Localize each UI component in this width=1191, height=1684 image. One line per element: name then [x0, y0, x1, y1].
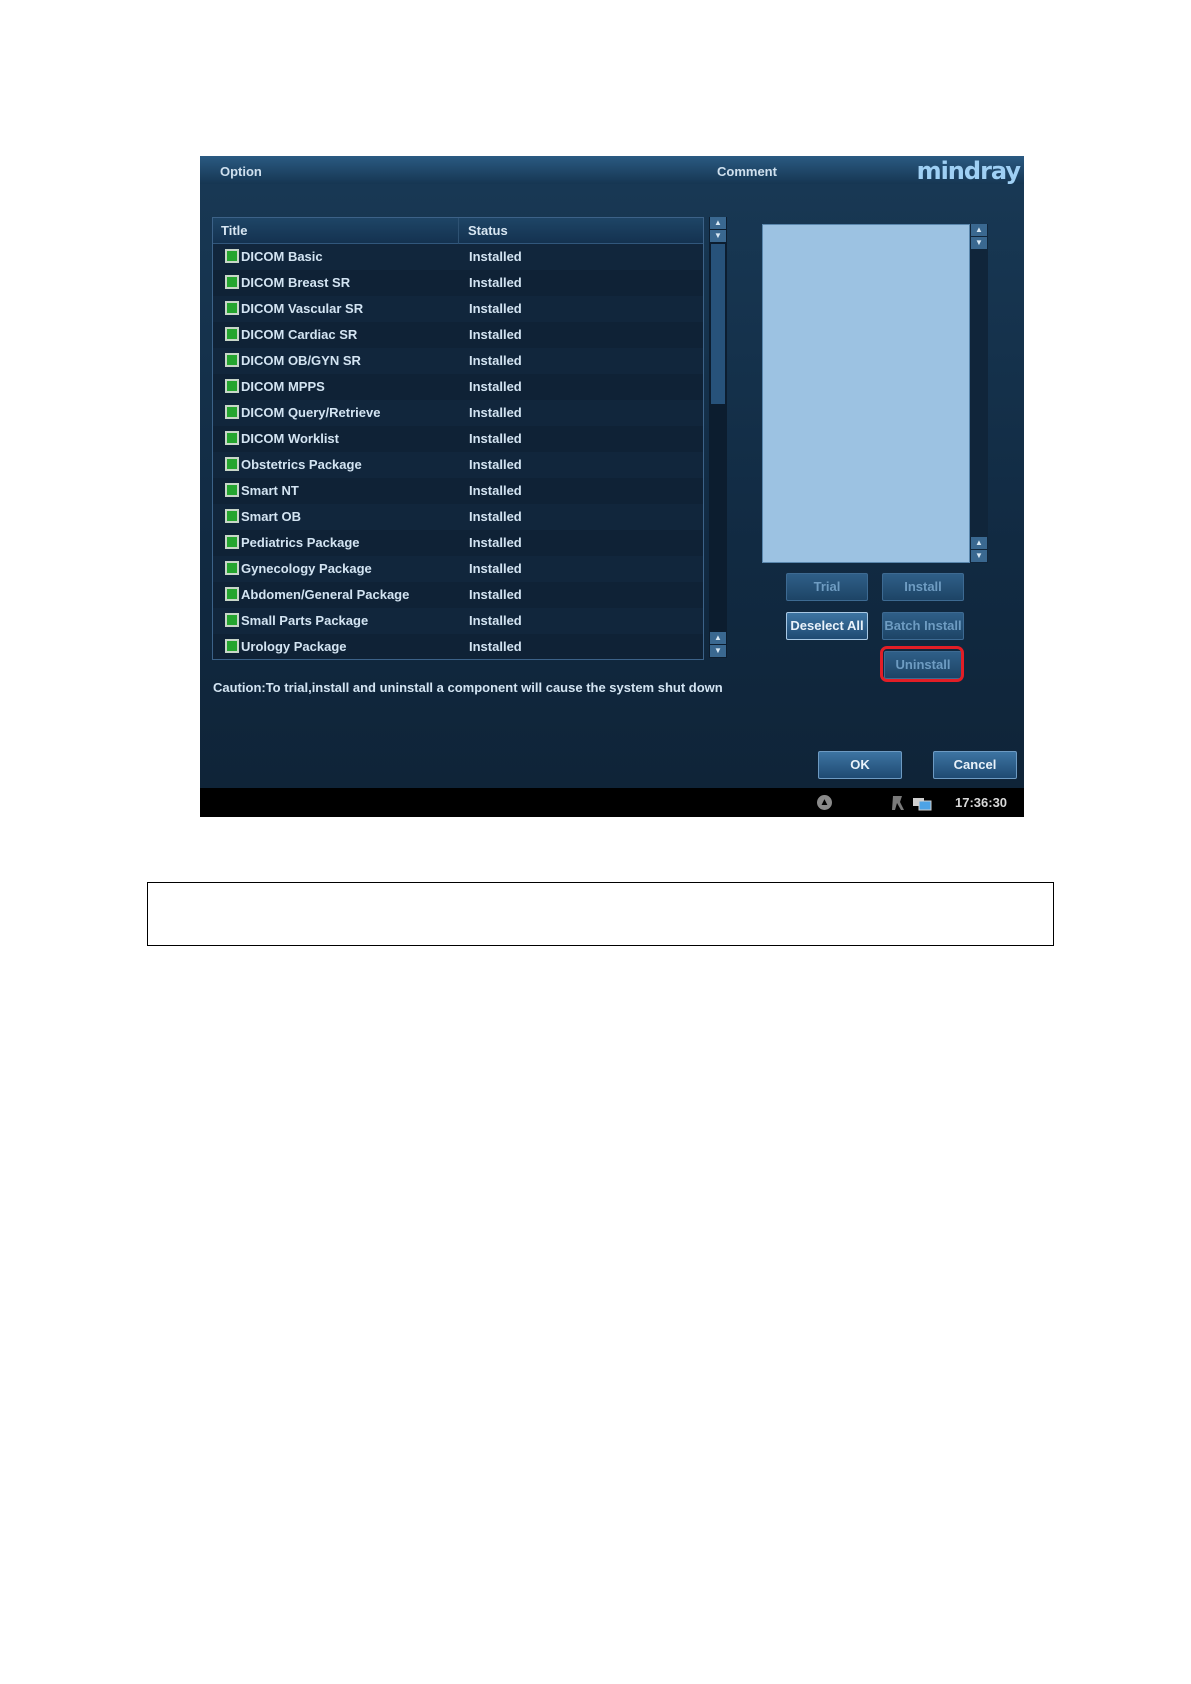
- checkbox[interactable]: [225, 457, 239, 471]
- option-status-cell: Installed: [469, 301, 522, 316]
- table-scrollbar[interactable]: ▲ ▼ ▲ ▼: [709, 217, 727, 658]
- option-status-cell: Installed: [469, 275, 522, 290]
- caption-box: [147, 882, 1054, 946]
- option-title-cell: DICOM Vascular SR: [241, 301, 364, 316]
- table-row[interactable]: Smart NT Installed: [213, 478, 703, 505]
- checkbox[interactable]: [225, 561, 239, 575]
- option-table: Title Status DICOM Basic Installed DICOM B…: [212, 217, 704, 660]
- option-title-cell: DICOM Basic: [241, 249, 323, 264]
- scroll-down-icon[interactable]: ▼: [710, 645, 726, 657]
- checkbox[interactable]: [225, 639, 239, 653]
- column-header-title[interactable]: Title: [221, 223, 248, 238]
- option-status-cell: Installed: [469, 431, 522, 446]
- eject-icon[interactable]: ▲: [817, 795, 832, 810]
- cancel-button[interactable]: Cancel: [933, 751, 1017, 779]
- option-dialog-screen: Option Comment mindray Title Status DICO…: [200, 156, 1024, 817]
- option-title-cell: Smart OB: [241, 509, 301, 524]
- scroll-down-icon[interactable]: ▼: [710, 230, 726, 242]
- option-status-cell: Installed: [469, 561, 522, 576]
- option-status-cell: Installed: [469, 327, 522, 342]
- scrollbar-thumb[interactable]: [711, 244, 725, 404]
- option-title-cell: DICOM Cardiac SR: [241, 327, 358, 342]
- table-row[interactable]: Abdomen/General Package Installed: [213, 582, 703, 609]
- comment-title: Comment: [717, 164, 777, 179]
- network-icon: [913, 798, 932, 811]
- checkbox[interactable]: [225, 483, 239, 497]
- table-row[interactable]: DICOM MPPS Installed: [213, 374, 703, 401]
- option-status-cell: Installed: [469, 353, 522, 368]
- option-status-cell: Installed: [469, 379, 522, 394]
- option-title-cell: DICOM MPPS: [241, 379, 325, 394]
- option-title-cell: Pediatrics Package: [241, 535, 360, 550]
- uninstall-highlight-box: [880, 646, 964, 682]
- table-row[interactable]: DICOM Worklist Installed: [213, 426, 703, 453]
- table-row[interactable]: Smart OB Installed: [213, 504, 703, 531]
- table-row[interactable]: DICOM Breast SR Installed: [213, 270, 703, 297]
- scroll-up-icon[interactable]: ▲: [971, 224, 987, 236]
- scroll-up-icon[interactable]: ▲: [710, 632, 726, 644]
- table-row[interactable]: DICOM Query/Retrieve Installed: [213, 400, 703, 427]
- option-title-cell: DICOM Query/Retrieve: [241, 405, 381, 420]
- option-status-cell: Installed: [469, 249, 522, 264]
- option-title-cell: Small Parts Package: [241, 613, 369, 628]
- option-status-cell: Installed: [469, 405, 522, 420]
- option-status-cell: Installed: [469, 639, 522, 654]
- checkbox[interactable]: [225, 353, 239, 367]
- comment-scrollbar[interactable]: ▲ ▼ ▲ ▼: [970, 224, 988, 563]
- dialog-title-bar: Option Comment mindray: [200, 156, 1024, 185]
- option-title-cell: DICOM OB/GYN SR: [241, 353, 361, 368]
- table-row[interactable]: Pediatrics Package Installed: [213, 530, 703, 557]
- option-title-cell: Urology Package: [241, 639, 347, 654]
- table-row[interactable]: Obstetrics Package Installed: [213, 452, 703, 479]
- scroll-down-icon[interactable]: ▼: [971, 550, 987, 562]
- checkbox[interactable]: [225, 301, 239, 315]
- checkbox[interactable]: [225, 613, 239, 627]
- comment-textbox[interactable]: [762, 224, 970, 563]
- scroll-down-icon[interactable]: ▼: [971, 237, 987, 249]
- scroll-up-icon[interactable]: ▲: [710, 217, 726, 229]
- table-row[interactable]: Urology Package Installed: [213, 634, 703, 659]
- status-bar: ▲ 17:36:30: [200, 788, 1024, 817]
- option-title-cell: DICOM Worklist: [241, 431, 339, 446]
- table-row[interactable]: DICOM Cardiac SR Installed: [213, 322, 703, 349]
- checkbox[interactable]: [225, 587, 239, 601]
- checkbox[interactable]: [225, 509, 239, 523]
- option-status-cell: Installed: [469, 509, 522, 524]
- option-title-cell: Smart NT: [241, 483, 299, 498]
- option-title-cell: Obstetrics Package: [241, 457, 362, 472]
- table-row[interactable]: DICOM Basic Installed: [213, 244, 703, 271]
- probe-icon: [892, 796, 904, 810]
- option-title-cell: DICOM Breast SR: [241, 275, 351, 290]
- trial-button[interactable]: Trial: [786, 573, 868, 601]
- checkbox[interactable]: [225, 535, 239, 549]
- checkbox[interactable]: [225, 275, 239, 289]
- deselect-all-button[interactable]: Deselect All: [786, 612, 868, 640]
- column-header-status[interactable]: Status: [468, 223, 508, 238]
- caution-message: Caution:To trial,install and uninstall a…: [213, 680, 723, 695]
- checkbox[interactable]: [225, 405, 239, 419]
- option-status-cell: Installed: [469, 457, 522, 472]
- option-status-cell: Installed: [469, 587, 522, 602]
- scroll-up-icon[interactable]: ▲: [971, 537, 987, 549]
- option-status-cell: Installed: [469, 535, 522, 550]
- option-title: Option: [220, 164, 262, 179]
- option-status-cell: Installed: [469, 613, 522, 628]
- table-row[interactable]: DICOM OB/GYN SR Installed: [213, 348, 703, 375]
- ok-button[interactable]: OK: [818, 751, 902, 779]
- batch-install-button[interactable]: Batch Install: [882, 612, 964, 640]
- checkbox[interactable]: [225, 379, 239, 393]
- table-row[interactable]: Small Parts Package Installed: [213, 608, 703, 635]
- option-status-cell: Installed: [469, 483, 522, 498]
- table-row[interactable]: Gynecology Package Installed: [213, 556, 703, 583]
- mindray-logo: mindray: [916, 157, 1021, 185]
- dialog-body: Title Status DICOM Basic Installed DICOM B…: [200, 184, 1024, 788]
- checkbox[interactable]: [225, 431, 239, 445]
- checkbox[interactable]: [225, 327, 239, 341]
- table-row[interactable]: DICOM Vascular SR Installed: [213, 296, 703, 323]
- install-button[interactable]: Install: [882, 573, 964, 601]
- clock-time: 17:36:30: [955, 795, 1008, 810]
- checkbox[interactable]: [225, 249, 239, 263]
- option-title-cell: Abdomen/General Package: [241, 587, 410, 602]
- option-title-cell: Gynecology Package: [241, 561, 372, 576]
